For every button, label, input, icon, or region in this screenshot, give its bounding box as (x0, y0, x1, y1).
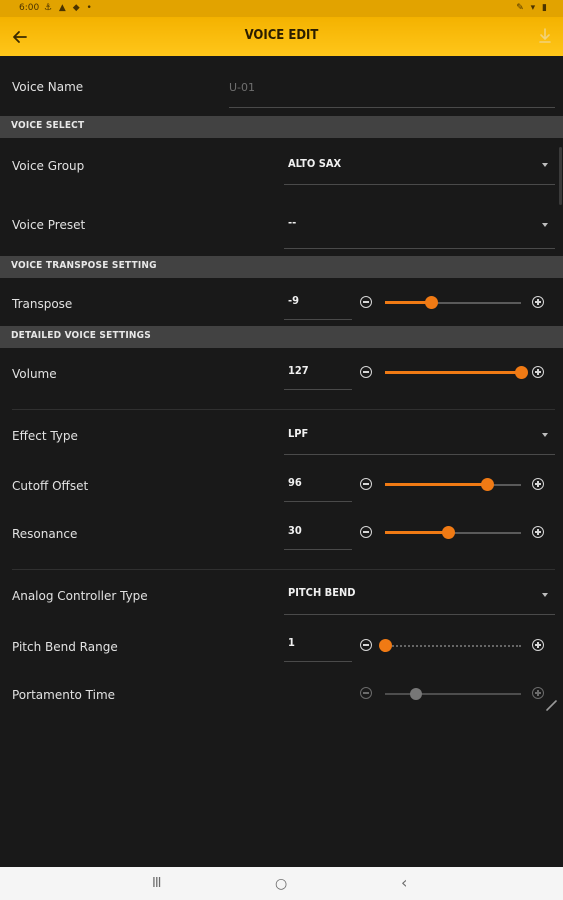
slider-thumb[interactable] (424, 296, 438, 309)
slider-thumb[interactable] (480, 478, 494, 491)
status-notification-icons: ⚓ ▲ ◆ • (44, 3, 94, 13)
voice-preset-select[interactable]: -- (284, 209, 555, 250)
resonance-label: Resonance (12, 527, 78, 541)
slider-track (385, 692, 521, 695)
volume-slider[interactable] (385, 366, 528, 379)
divider (12, 569, 555, 570)
home-button[interactable]: ○ (275, 876, 287, 892)
section-voice-select: VOICE SELECT (0, 116, 563, 138)
page-title: VOICE EDIT (244, 28, 319, 43)
slider-track (385, 644, 521, 647)
transpose-increment-button[interactable] (532, 296, 544, 308)
slider-thumb[interactable] (410, 687, 423, 700)
cutoff-offset-slider[interactable] (385, 478, 521, 491)
cutoff-offset-increment-button[interactable] (532, 478, 544, 490)
divider (12, 409, 555, 410)
slider-fill (385, 371, 521, 374)
transpose-value: -9 (288, 294, 299, 307)
analog-controller-label: Analog Controller Type (12, 589, 148, 603)
voice-preset-label: Voice Preset (12, 218, 86, 232)
voice-group-label: Voice Group (12, 159, 85, 173)
resonance-increment-button[interactable] (532, 526, 544, 538)
pitch-bend-range-decrement-button[interactable] (360, 639, 372, 651)
status-system-icons: ✎ ▾ ▮ (516, 3, 549, 13)
download-button[interactable] (535, 25, 555, 47)
cutoff-offset-decrement-button[interactable] (360, 478, 372, 490)
effect-type-select[interactable]: LPF (284, 420, 555, 455)
resonance-input[interactable]: 30 (284, 518, 352, 550)
transpose-decrement-button[interactable] (360, 296, 372, 308)
voice-group-select[interactable]: ALTO SAX (284, 150, 555, 186)
section-voice-transpose-title: VOICE TRANSPOSE SETTING (11, 260, 157, 271)
app-bar: VOICE EDIT (0, 17, 563, 56)
resonance-slider[interactable] (385, 526, 521, 539)
pitch-bend-range-slider[interactable] (378, 639, 521, 652)
voice-name-input[interactable]: U-01 (229, 74, 555, 108)
chevron-down-icon (542, 433, 548, 437)
analog-controller-select[interactable]: PITCH BEND (284, 579, 555, 615)
portamento-time-slider[interactable] (385, 687, 521, 700)
slider-fill (385, 483, 487, 486)
scroll-indicator (559, 147, 562, 205)
cutoff-offset-value: 96 (288, 476, 302, 489)
transpose-input[interactable]: -9 (284, 288, 352, 320)
volume-input[interactable]: 127 (284, 358, 352, 390)
effect-type-value: LPF (288, 427, 309, 440)
cutoff-offset-label: Cutoff Offset (12, 479, 89, 493)
section-detailed-voice: DETAILED VOICE SETTINGS (0, 326, 563, 348)
section-detailed-voice-title: DETAILED VOICE SETTINGS (11, 330, 151, 341)
volume-label: Volume (12, 367, 57, 381)
voice-group-value: ALTO SAX (288, 157, 342, 170)
pitch-bend-range-label: Pitch Bend Range (12, 640, 118, 654)
voice-name-label: Voice Name (12, 80, 84, 94)
transpose-label: Transpose (12, 297, 73, 311)
recents-button[interactable]: III (152, 876, 161, 891)
slider-thumb[interactable] (514, 366, 528, 379)
download-icon (539, 28, 551, 43)
pitch-bend-range-input[interactable]: 1 (284, 630, 352, 662)
slider-thumb[interactable] (378, 639, 392, 652)
analog-controller-value: PITCH BEND (288, 586, 356, 599)
chevron-down-icon (542, 593, 548, 597)
chevron-down-icon (542, 223, 548, 227)
portamento-time-label: Portamento Time (12, 688, 116, 702)
section-voice-transpose: VOICE TRANSPOSE SETTING (0, 256, 563, 278)
edit-button[interactable] (544, 697, 560, 713)
status-bar: 6:00 ⚓ ▲ ◆ • ✎ ▾ ▮ (0, 0, 563, 17)
voice-name-placeholder: U-01 (229, 81, 256, 94)
volume-value: 127 (288, 364, 309, 377)
transpose-slider[interactable] (385, 296, 521, 309)
slider-thumb[interactable] (442, 526, 456, 539)
system-nav-bar: III ○ ‹ (0, 867, 563, 900)
voice-preset-value: -- (288, 216, 297, 229)
cutoff-offset-input[interactable]: 96 (284, 470, 352, 502)
chevron-down-icon (542, 163, 548, 167)
pencil-icon (546, 700, 557, 711)
back-nav-button[interactable]: ‹ (401, 873, 407, 892)
pitch-bend-range-value: 1 (288, 636, 295, 649)
volume-increment-button[interactable] (532, 366, 544, 378)
slider-fill (385, 531, 449, 534)
resonance-decrement-button[interactable] (360, 526, 372, 538)
resonance-value: 30 (288, 524, 302, 537)
portamento-time-increment-button[interactable] (532, 687, 544, 699)
status-time: 6:00 (19, 3, 40, 13)
portamento-time-decrement-button[interactable] (360, 687, 372, 699)
pitch-bend-range-increment-button[interactable] (532, 639, 544, 651)
volume-decrement-button[interactable] (360, 366, 372, 378)
section-voice-select-title: VOICE SELECT (11, 120, 85, 131)
effect-type-label: Effect Type (12, 429, 78, 443)
